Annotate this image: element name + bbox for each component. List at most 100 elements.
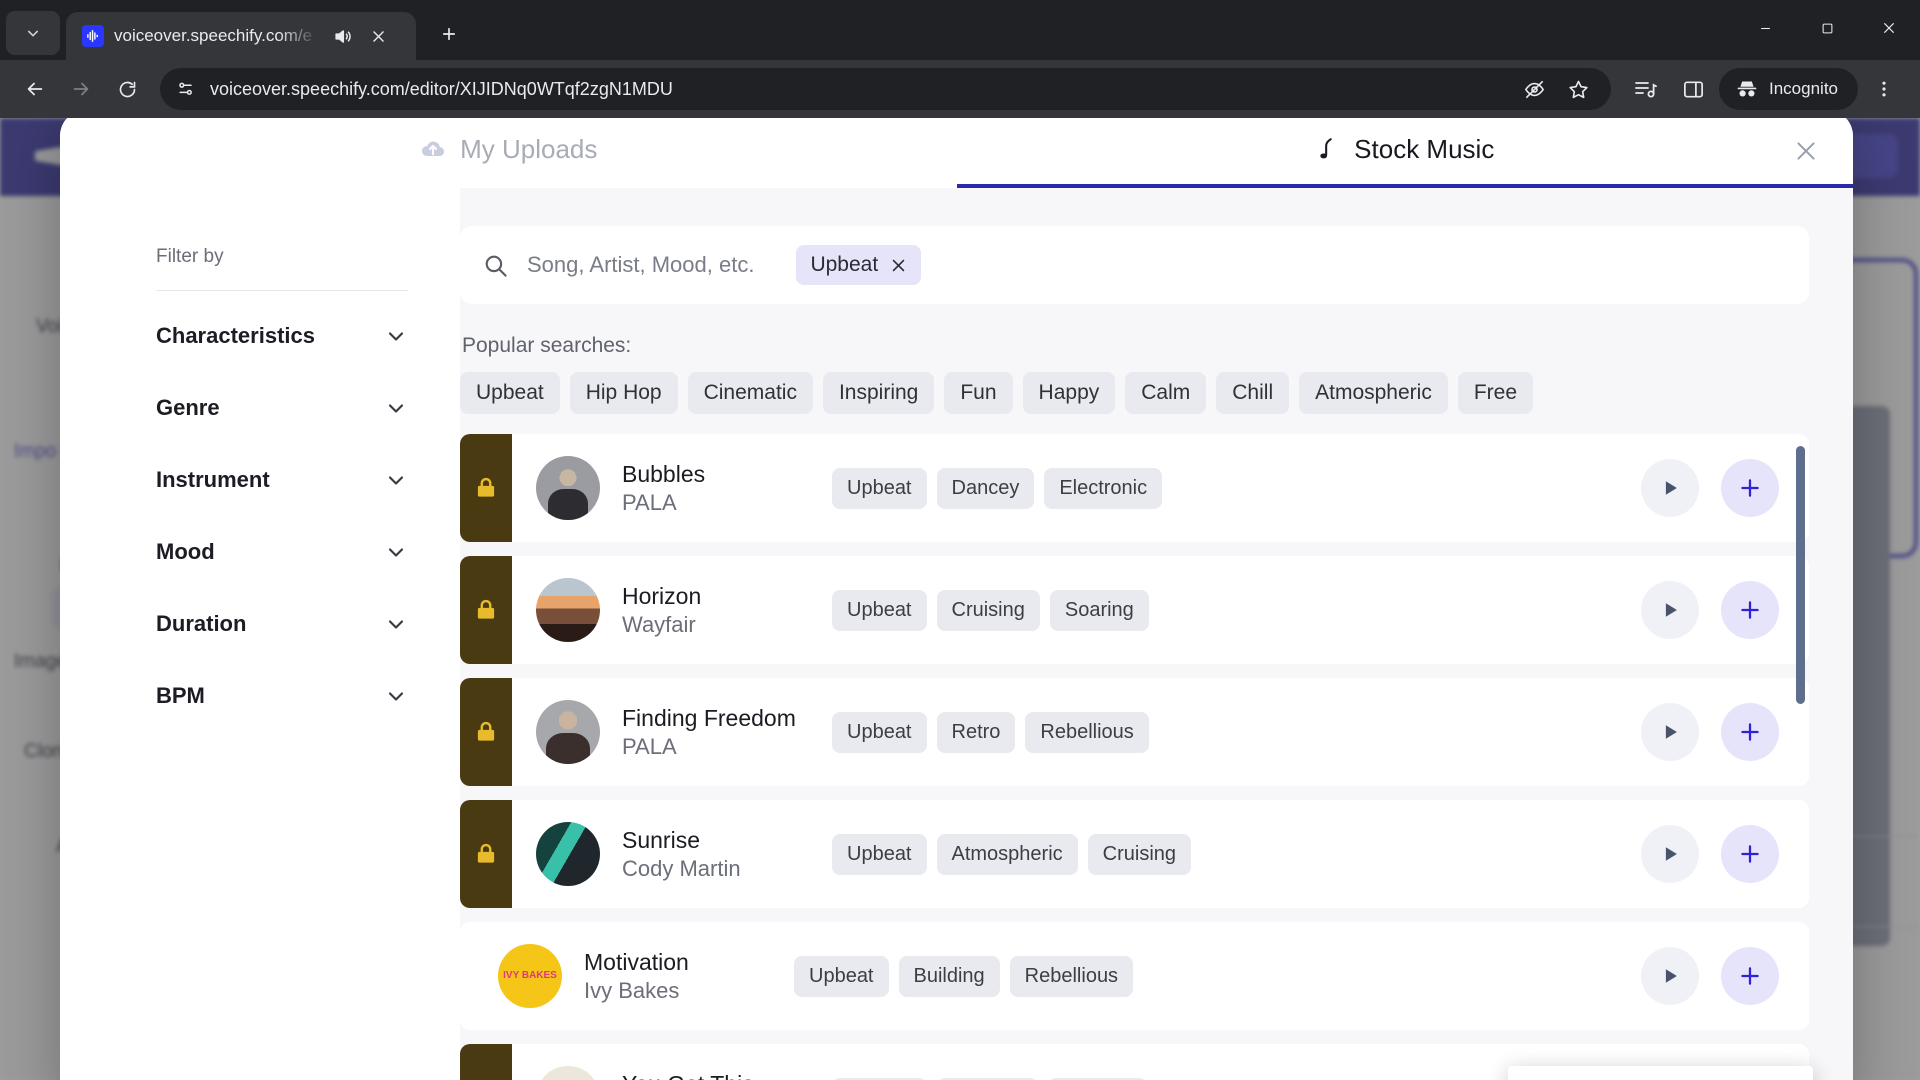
add-button[interactable]: [1721, 703, 1779, 761]
dropdown-header: Add audio to track: [1508, 1072, 1813, 1080]
add-button[interactable]: [1721, 581, 1779, 639]
tab-search-button[interactable]: [6, 11, 60, 55]
table-row[interactable]: Bubbles PALA Upbeat Dancey Electronic: [460, 434, 1809, 542]
search-bar[interactable]: Song, Artist, Mood, etc. Upbeat: [460, 226, 1809, 304]
table-row[interactable]: Sunrise Cody Martin Upbeat Atmospheric C…: [460, 800, 1809, 908]
track-tag[interactable]: Upbeat: [832, 833, 927, 875]
chevron-down-icon: [384, 468, 408, 492]
table-row[interactable]: Finding Freedom PALA Upbeat Retro Rebell…: [460, 678, 1809, 786]
site-settings-icon[interactable]: [176, 79, 196, 99]
table-row[interactable]: Horizon Wayfair Upbeat Cruising Soaring: [460, 556, 1809, 664]
popular-tag[interactable]: Atmospheric: [1299, 372, 1448, 414]
search-input[interactable]: Song, Artist, Mood, etc.: [527, 252, 754, 278]
track-tag[interactable]: Upbeat: [794, 955, 889, 997]
profile-incognito-button[interactable]: Incognito: [1719, 68, 1858, 110]
popular-tag[interactable]: Free: [1457, 372, 1534, 414]
popular-tag[interactable]: Hip Hop: [569, 372, 678, 414]
filter-mood[interactable]: Mood: [156, 525, 408, 579]
filter-label: Duration: [156, 611, 247, 636]
popular-tag[interactable]: Chill: [1216, 372, 1290, 414]
track-tag[interactable]: Rebellious: [1025, 711, 1149, 753]
close-icon[interactable]: [890, 257, 907, 274]
more-menu-icon[interactable]: [1862, 67, 1906, 111]
search-icon: [482, 252, 509, 279]
popular-tag[interactable]: Upbeat: [460, 372, 560, 414]
favicon-speechify: [82, 25, 104, 47]
avatar: [536, 578, 600, 642]
play-button[interactable]: [1641, 825, 1699, 883]
add-button[interactable]: [1721, 459, 1779, 517]
track-title: You Got This: [622, 1070, 822, 1080]
track-tag[interactable]: Upbeat: [832, 711, 927, 753]
chevron-down-icon: [384, 612, 408, 636]
track-tag[interactable]: Dancey: [936, 467, 1035, 509]
side-panel-icon[interactable]: [1671, 67, 1715, 111]
popular-searches-label: Popular searches:: [462, 334, 632, 357]
lock-icon: [460, 434, 512, 542]
filter-duration[interactable]: Duration: [156, 597, 408, 651]
web-page: Voi Impo M Image Clon A: [0, 118, 1920, 1080]
incognito-icon: [1737, 81, 1757, 97]
address-bar[interactable]: voiceover.speechify.com/editor/XIJIDNq0W…: [160, 68, 1611, 110]
omnibox-actions: [1519, 74, 1603, 104]
track-artist: PALA: [622, 489, 677, 515]
new-tab-button[interactable]: [426, 11, 472, 57]
track-tag[interactable]: Cruising: [936, 589, 1040, 631]
track-tag[interactable]: Soaring: [1049, 589, 1149, 631]
track-artist: PALA: [622, 733, 677, 759]
track-tag[interactable]: Rebellious: [1009, 955, 1134, 997]
track-tag[interactable]: Electronic: [1044, 467, 1163, 509]
maximize-button[interactable]: [1796, 0, 1858, 56]
add-button[interactable]: [1721, 825, 1779, 883]
play-button[interactable]: [1641, 459, 1699, 517]
close-icon[interactable]: [365, 23, 391, 49]
add-button[interactable]: [1721, 947, 1779, 1005]
track-title: Sunrise: [622, 826, 700, 853]
track-tag[interactable]: Cruising: [1087, 833, 1192, 875]
filter-characteristics[interactable]: Characteristics: [156, 309, 408, 363]
track-tag[interactable]: Retro: [936, 711, 1016, 753]
bookmark-star-icon[interactable]: [1563, 74, 1593, 104]
filter-genre[interactable]: Genre: [156, 381, 408, 435]
browser-window: voiceover.speechify.com/e voiceover.spee…: [0, 0, 1920, 1080]
popular-tag[interactable]: Inspiring: [822, 372, 935, 414]
tab-my-uploads[interactable]: My Uploads: [60, 118, 957, 188]
speaker-icon[interactable]: [329, 23, 355, 49]
track-tag[interactable]: Building: [898, 955, 1000, 997]
track-tags: Upbeat Atmospheric Cruising: [832, 833, 1192, 875]
reading-list-icon[interactable]: [1623, 67, 1667, 111]
track-tag[interactable]: Atmospheric: [936, 833, 1078, 875]
play-button[interactable]: [1641, 581, 1699, 639]
popular-tag[interactable]: Happy: [1022, 372, 1116, 414]
close-icon[interactable]: [1785, 130, 1827, 172]
selected-filter-label: Upbeat: [810, 253, 879, 276]
popular-tag[interactable]: Fun: [944, 372, 1013, 414]
track-actions: [1641, 703, 1779, 761]
stock-music-modal: My Uploads Stock Music Filter by Charact…: [60, 118, 1853, 1080]
play-button[interactable]: [1641, 703, 1699, 761]
close-window-button[interactable]: [1858, 0, 1920, 56]
browser-toolbar: voiceover.speechify.com/editor/XIJIDNq0W…: [0, 60, 1920, 118]
forward-button[interactable]: [60, 68, 102, 110]
filter-instrument[interactable]: Instrument: [156, 453, 408, 507]
avatar: [536, 1066, 600, 1080]
play-button[interactable]: [1641, 947, 1699, 1005]
reload-button[interactable]: [106, 68, 148, 110]
track-list-scrollbar[interactable]: [1796, 446, 1805, 704]
table-row[interactable]: IVY BAKES Motivation Ivy Bakes Upbeat Bu…: [460, 922, 1809, 1030]
track-artist: Wayfair: [622, 611, 696, 637]
popular-tag[interactable]: Calm: [1125, 372, 1207, 414]
modal-body: Filter by Characteristics Genre Instrume…: [60, 188, 1853, 1080]
track-tag[interactable]: Upbeat: [832, 589, 927, 631]
filter-label: Characteristics: [156, 323, 315, 348]
popular-tag[interactable]: Cinematic: [687, 372, 813, 414]
minimize-button[interactable]: [1734, 0, 1796, 56]
tab-stock-music[interactable]: Stock Music: [956, 118, 1853, 188]
back-button[interactable]: [14, 68, 56, 110]
track-title: Motivation: [584, 948, 689, 975]
hide-password-icon[interactable]: [1519, 74, 1549, 104]
selected-filter-upbeat[interactable]: Upbeat: [796, 245, 922, 285]
browser-tab[interactable]: voiceover.speechify.com/e: [66, 12, 416, 60]
filter-bpm[interactable]: BPM: [156, 669, 408, 723]
track-tag[interactable]: Upbeat: [832, 467, 927, 509]
